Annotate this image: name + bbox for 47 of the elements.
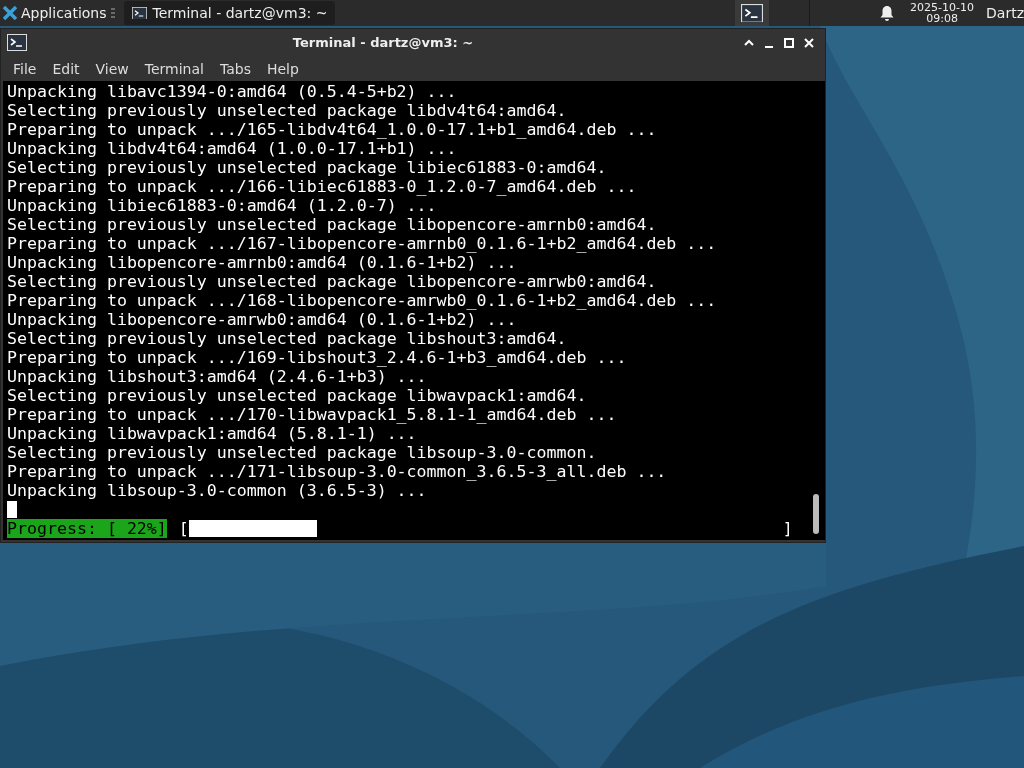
user-name[interactable]: Dartz (986, 5, 1024, 21)
menu-item[interactable]: Terminal (136, 60, 212, 77)
bell-icon[interactable] (880, 5, 895, 21)
close-icon[interactable] (803, 36, 815, 49)
terminal-line: Selecting previously unselected package libiec61883-0:amd64. (7, 158, 608, 177)
bracket: ] (782, 519, 793, 538)
terminal-line: Preparing to unpack .../170-libwavpack1_5.8.1-1_amd64.deb ... (7, 405, 618, 424)
terminal-line: Preparing to unpack .../169-libshout3_2.4.6-1+b3_amd64.deb ... (7, 348, 628, 367)
terminal-line: Unpacking libopencore-amrwb0:amd64 (0.1.6-1+b2) ... (7, 310, 518, 329)
terminal-line: Unpacking libwavpack1:amd64 (5.8.1-1) ... (7, 424, 418, 443)
terminal-line: Preparing to unpack .../165-libdv4t64_1.0.0-17.1+b1_amd64.deb ... (7, 120, 658, 139)
terminal-line: Unpacking libavc1394-0:amd64 (0.5.4-5+b2) ... (7, 82, 458, 101)
app-menu-icon (2, 5, 18, 21)
menu-item[interactable]: View (87, 60, 137, 77)
terminal-line: Unpacking libshout3:amd64 (2.4.6-1+b3) ... (7, 367, 428, 386)
text-cursor (7, 501, 17, 518)
maximize-icon[interactable] (783, 36, 795, 49)
window-title: Terminal - dartz@vm3: ~ (291, 35, 475, 50)
terminal-icon (7, 34, 27, 51)
terminal-line: Selecting previously unselected package libdv4t64:amd64. (7, 101, 568, 120)
terminal-line: Unpacking libiec61883-0:amd64 (1.2.0-7) ... (7, 196, 438, 215)
terminal-line: Preparing to unpack .../166-libiec61883-0_1.2.0-7_amd64.deb ... (7, 177, 638, 196)
terminal-line: Unpacking libdv4t64:amd64 (1.0.0-17.1+b1) ... (7, 139, 458, 158)
applications-menu-button[interactable]: Applications (0, 0, 118, 26)
scrollbar-thumb[interactable] (813, 494, 819, 534)
menu-item[interactable]: Edit (44, 60, 88, 77)
terminal-icon (131, 6, 147, 20)
terminal-line: Preparing to unpack .../167-libopencore-amrnb0_0.1.6-1+b2_amd64.deb ... (7, 234, 718, 253)
terminal-line: Preparing to unpack .../171-libsoup-3.0-common_3.6.5-3_all.deb ... (7, 462, 668, 481)
terminal-line: Preparing to unpack .../168-libopencore-amrwb0_0.1.6-1+b2_amd64.deb ... (7, 291, 718, 310)
terminal-launcher[interactable] (735, 0, 770, 26)
terminal-line: Selecting previously unselected package libopencore-amrnb0:amd64. (7, 215, 658, 234)
menu-item[interactable]: Help (258, 60, 307, 77)
terminal-line: Selecting previously unselected package libopencore-amrwb0:amd64. (7, 272, 658, 291)
progress-label: Progress: [ 22%] (7, 519, 167, 538)
taskbar-button[interactable]: Terminal - dartz@vm3: ~ (123, 1, 336, 25)
menu-item[interactable]: File (5, 60, 45, 77)
bracket: [ (178, 519, 189, 538)
terminal-line: Unpacking libopencore-amrnb0:amd64 (0.1.6-1+b2) ... (7, 253, 518, 272)
terminal-line: Unpacking libsoup-3.0-common (3.6.5-3) ... (7, 481, 428, 500)
terminal-line: Selecting previously unselected package libwavpack1:amd64. (7, 386, 588, 405)
terminal-line: Selecting previously unselected package libshout3:amd64. (7, 329, 568, 348)
clock[interactable]: 2025-10-10 09:08 (910, 2, 975, 24)
terminal-line: Selecting previously unselected package libsoup-3.0-common. (7, 443, 598, 462)
handle-icon (109, 7, 116, 19)
menu-item[interactable]: Tabs (211, 60, 259, 77)
terminal-icon (741, 3, 764, 23)
